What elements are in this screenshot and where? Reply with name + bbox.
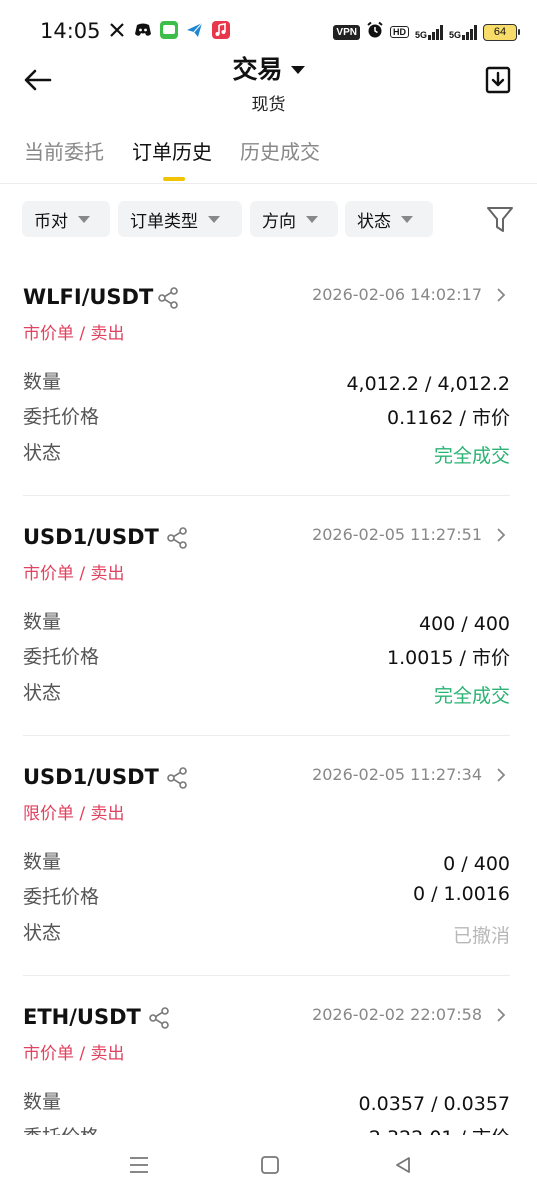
divider — [23, 735, 510, 736]
quantity-label: 数量 — [23, 1091, 62, 1113]
price-label: 委托价格 — [23, 406, 100, 428]
signal-5g-2: 5G — [448, 24, 477, 40]
filter-pair-label: 币对 — [34, 211, 68, 232]
battery-indicator: 64 — [483, 23, 520, 41]
price-value: 1.0015 / 市价 — [387, 647, 510, 669]
order-card[interactable]: WLFI/USDT 2026-02-06 14:02:17 市价单 / 卖出 数… — [0, 285, 537, 525]
order-type-side: 市价单 / 卖出 — [23, 1044, 125, 1064]
status-value: 完全成交 — [433, 685, 510, 707]
page-title[interactable]: 交易 — [232, 50, 282, 86]
price-value: 0 / 1.0016 — [412, 883, 510, 905]
notification-icons — [108, 21, 230, 39]
order-datetime: 2026-02-06 14:02:17 — [312, 285, 482, 304]
share-icon[interactable] — [148, 1007, 170, 1029]
download-icon — [485, 66, 511, 94]
quantity-value: 400 / 400 — [418, 613, 510, 635]
share-icon[interactable] — [157, 287, 179, 309]
order-datetime: 2026-02-02 22:07:58 — [312, 1005, 482, 1024]
quantity-value: 0.0357 / 0.0357 — [358, 1093, 510, 1115]
share-icon[interactable] — [166, 767, 188, 789]
order-pair: ETH/USDT — [23, 1005, 141, 1029]
caret-down-icon[interactable] — [290, 65, 305, 74]
share-icon[interactable] — [166, 527, 188, 549]
discord-icon — [134, 21, 152, 39]
tab-trade-history[interactable]: 历史成交 — [240, 136, 320, 165]
price-label: 委托价格 — [23, 1122, 99, 1135]
home-icon[interactable] — [260, 1155, 280, 1175]
filter-order-type-label: 订单类型 — [130, 211, 198, 232]
order-type-side: 市价单 / 卖出 — [23, 564, 125, 584]
price-value: 0.1162 / 市价 — [387, 407, 510, 429]
order-card[interactable]: USD1/USDT 2026-02-05 11:27:34 限价单 / 卖出 数… — [0, 765, 537, 1005]
price-label: 委托价格 — [23, 646, 100, 668]
chevron-right-icon[interactable] — [495, 1007, 507, 1023]
menu-icon[interactable] — [128, 1155, 150, 1175]
funnel-icon — [487, 207, 513, 232]
vpn-badge: VPN — [333, 24, 360, 40]
music-icon — [212, 21, 230, 39]
caret-down-icon — [78, 215, 90, 223]
status-value: 已撤消 — [452, 925, 510, 947]
order-pair: USD1/USDT — [23, 525, 159, 549]
hd-badge: HD — [389, 26, 409, 38]
order-pair: USD1/USDT — [23, 765, 159, 789]
order-tabs: 当前委托 订单历史 历史成交 — [0, 128, 537, 184]
quantity-label: 数量 — [23, 371, 62, 393]
telegram-like-icon — [186, 21, 204, 39]
system-indicators: VPN HD 5G 5G 64 — [333, 21, 520, 43]
filter-side[interactable]: 方向 — [250, 201, 338, 237]
order-datetime: 2026-02-05 11:27:51 — [312, 525, 482, 544]
export-button[interactable] — [485, 66, 511, 94]
tab-order-history[interactable]: 订单历史 — [132, 136, 212, 165]
divider — [23, 975, 510, 976]
caret-down-icon — [401, 215, 413, 223]
chevron-right-icon[interactable] — [495, 767, 507, 783]
order-type-side: 市价单 / 卖出 — [23, 324, 125, 344]
filter-pair[interactable]: 币对 — [22, 201, 110, 237]
divider — [23, 495, 510, 496]
messages-icon — [160, 21, 178, 39]
filter-status-label: 状态 — [357, 211, 391, 232]
filter-button[interactable] — [486, 205, 514, 235]
tab-open-orders[interactable]: 当前委托 — [24, 136, 104, 165]
page-subtitle: 现货 — [251, 95, 286, 115]
filter-side-label: 方向 — [262, 211, 296, 232]
page-header: 交易 现货 — [0, 50, 537, 118]
filter-bar: 币对 订单类型 方向 状态 — [22, 201, 522, 239]
caret-down-icon — [306, 215, 318, 223]
chevron-right-icon[interactable] — [495, 287, 507, 303]
quantity-value: 0 / 400 — [443, 853, 510, 875]
order-type-side: 限价单 / 卖出 — [23, 804, 125, 824]
order-card[interactable]: USD1/USDT 2026-02-05 11:27:51 市价单 / 卖出 数… — [0, 525, 537, 765]
price-label: 委托价格 — [23, 886, 100, 908]
order-datetime: 2026-02-05 11:27:34 — [312, 765, 482, 784]
signal-5g-1: 5G — [414, 24, 443, 40]
signal-2-label: 5G — [448, 29, 461, 40]
price-value: 2,322.01 / 市价 — [369, 1123, 510, 1135]
quantity-label: 数量 — [23, 851, 62, 873]
alarm-icon — [366, 21, 384, 43]
active-tab-indicator — [163, 177, 185, 181]
status-label: 状态 — [23, 922, 62, 944]
x-icon — [108, 21, 126, 39]
system-navigation-bar — [0, 1135, 537, 1200]
status-label: 状态 — [23, 682, 62, 704]
order-pair: WLFI/USDT — [23, 285, 154, 309]
status-time: 14:05 — [40, 19, 101, 43]
filter-order-type[interactable]: 订单类型 — [118, 201, 242, 237]
title-group[interactable]: 交易 现货 — [0, 50, 537, 115]
back-triangle-icon[interactable] — [393, 1155, 413, 1175]
order-card[interactable]: ETH/USDT 2026-02-02 22:07:58 市价单 / 卖出 数量… — [0, 1005, 537, 1135]
quantity-value: 4,012.2 / 4,012.2 — [346, 373, 510, 395]
status-value: 完全成交 — [433, 445, 510, 467]
caret-down-icon — [208, 215, 220, 223]
chevron-right-icon[interactable] — [495, 527, 507, 543]
signal-1-label: 5G — [414, 29, 427, 40]
filter-status[interactable]: 状态 — [345, 201, 433, 237]
quantity-label: 数量 — [23, 611, 62, 633]
status-label: 状态 — [23, 442, 62, 464]
